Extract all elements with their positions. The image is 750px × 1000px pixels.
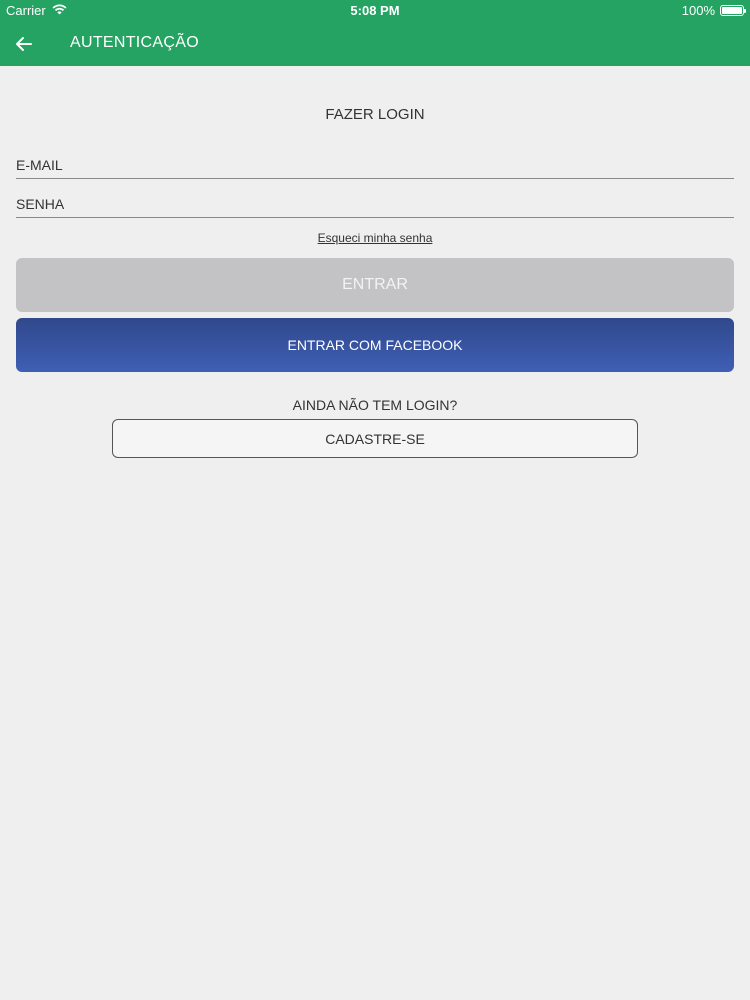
status-bar: Carrier 5:08 PM 100%: [0, 0, 750, 22]
battery-fill: [722, 7, 742, 14]
forgot-password-row: Esqueci minha senha: [0, 229, 750, 247]
battery-tip: [744, 9, 746, 13]
battery-icon: [720, 5, 746, 16]
signup-button[interactable]: CADASTRE-SE: [112, 419, 638, 458]
email-field-container: [16, 151, 734, 179]
login-heading: FAZER LOGIN: [325, 106, 425, 123]
forgot-password-link[interactable]: Esqueci minha senha: [318, 231, 433, 245]
status-time: 5:08 PM: [350, 3, 400, 18]
page-title: AUTENTICAÇÃO: [70, 34, 199, 51]
navigation-bar: AUTENTICAÇÃO: [0, 22, 750, 66]
signup-prompt: AINDA NÃO TEM LOGIN?: [292, 397, 458, 413]
password-field-container: [16, 190, 734, 218]
signup-button-label: CADASTRE-SE: [325, 430, 425, 447]
battery-percent: 100%: [681, 3, 715, 18]
enter-button[interactable]: ENTRAR: [16, 258, 734, 312]
enter-button-label: ENTRAR: [342, 276, 408, 293]
top-bar: Carrier 5:08 PM 100% AUTENTICAÇÃO: [0, 0, 750, 66]
back-button[interactable]: [10, 30, 38, 58]
battery-indicator: 100%: [681, 3, 746, 18]
facebook-login-label: ENTRAR COM FACEBOOK: [287, 337, 463, 353]
auth-screen: Carrier 5:08 PM 100% AUTENTICAÇÃO FAZER …: [0, 0, 750, 1000]
password-field[interactable]: [16, 190, 734, 217]
back-arrow-icon: [10, 37, 38, 62]
email-field[interactable]: [16, 151, 734, 178]
facebook-login-button[interactable]: ENTRAR COM FACEBOOK: [16, 318, 734, 372]
